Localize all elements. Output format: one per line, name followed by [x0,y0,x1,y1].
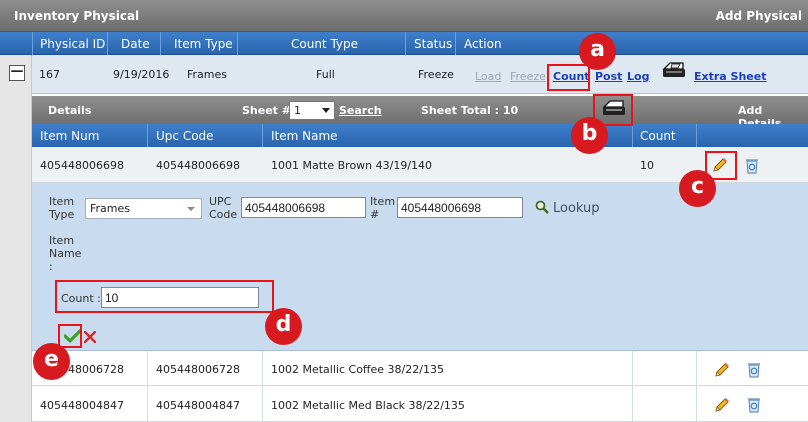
pencil-icon[interactable] [714,362,730,381]
check-icon[interactable] [63,328,83,347]
record-date: 9/19/2016 [113,68,170,81]
col-physical-id: Physical ID [40,37,106,51]
count-input[interactable] [101,287,259,308]
recycle-bin-icon[interactable] [744,157,760,177]
post-link[interactable]: Post [595,70,622,83]
details-table-header: Item Num Upc Code Item Name Count [32,124,808,147]
item-num-label: Item # [370,195,396,221]
col-item-num: Item Num [40,129,100,143]
col-item-name: Item Name [271,129,338,143]
row-item-name: 1002 Metallic Coffee 38/22/135 [271,363,444,376]
col-upc-code: Upc Code [156,129,214,143]
add-physical-link[interactable]: Add Physical [716,9,802,23]
row-gutter [0,55,32,422]
item-name-label: Item Name: [49,234,82,273]
sheet-total: Sheet Total : 10 [421,104,519,117]
upc-code-label: UPC Code [209,195,238,221]
row-upc-code: 405448004847 [156,399,240,412]
row-item-num: 405448006698 [40,159,124,172]
details-printer-icon[interactable] [601,98,627,121]
details-title: Details [48,104,92,117]
page-title: Inventory Physical [14,9,140,23]
count-link[interactable]: Count [553,70,590,83]
extra-sheet-link[interactable]: Extra Sheet [694,70,766,83]
col-item-type: Item Type [174,37,233,51]
upc-code-input[interactable] [241,197,366,218]
row-item-name: 1001 Matte Brown 43/19/140 [271,159,433,172]
physical-record-row: 167 9/19/2016 Frames Full Freeze [32,55,808,94]
freeze-link[interactable]: Freeze [510,70,546,83]
callout-badge-c: c [679,170,716,207]
record-physical-id: 167 [39,68,60,81]
callout-badge-b: b [571,117,608,154]
pencil-icon[interactable] [714,397,730,416]
cancel-x-icon[interactable] [83,330,97,346]
item-type-value: Frames [90,202,131,215]
callout-badge-a: a [579,33,616,70]
col-date: Date [121,37,150,51]
row-count: 10 [640,159,654,172]
row-item-num: 405448004847 [40,399,124,412]
magnifier-icon [535,200,549,218]
callout-badge-e: e [33,343,70,380]
load-link[interactable]: Load [475,70,501,83]
lookup-label: Lookup [553,201,600,216]
row-upc-code: 405448006698 [156,159,240,172]
log-link[interactable]: Log [627,70,649,83]
col-count-type: Count Type [291,37,359,51]
item-type-label: Item Type [49,195,75,221]
col-action: Action [464,37,502,51]
sheet-number-value: 1 [294,104,301,117]
row-item-name: 1002 Metallic Med Black 38/22/135 [271,399,465,412]
item-type-select[interactable]: Frames [85,198,202,219]
record-item-type: Frames [187,68,228,81]
table-row[interactable]: 405448004847 405448004847 1002 Metallic … [32,386,808,422]
col-status: Status [414,37,453,51]
lookup-button[interactable]: Lookup [535,200,600,218]
search-link[interactable]: Search [339,104,382,117]
record-status: Freeze [418,68,454,81]
sheet-label: Sheet # [242,104,291,117]
dropdown-arrow-icon [322,108,330,113]
recycle-bin-icon[interactable] [746,361,762,381]
row-upc-code: 405448006728 [156,363,240,376]
callout-badge-d: d [265,308,302,345]
pencil-icon[interactable] [712,157,728,176]
col-count: Count [640,129,676,143]
collapse-icon[interactable]: — [9,65,25,81]
record-count-type: Full [316,68,335,81]
physical-table-header: Physical ID Date Item Type Count Type St… [0,32,808,55]
recycle-bin-icon[interactable] [746,396,762,416]
table-row[interactable]: 405448006728 405448006728 1002 Metallic … [32,351,808,386]
sheet-number-select[interactable]: 1 [289,101,335,120]
item-num-input[interactable] [397,197,523,218]
printer-icon[interactable] [661,60,687,83]
dropdown-arrow-icon [187,207,195,211]
count-label: Count : [61,292,101,305]
details-bar: Details Sheet # Sheet Total : 10 Add Det… [32,96,808,130]
